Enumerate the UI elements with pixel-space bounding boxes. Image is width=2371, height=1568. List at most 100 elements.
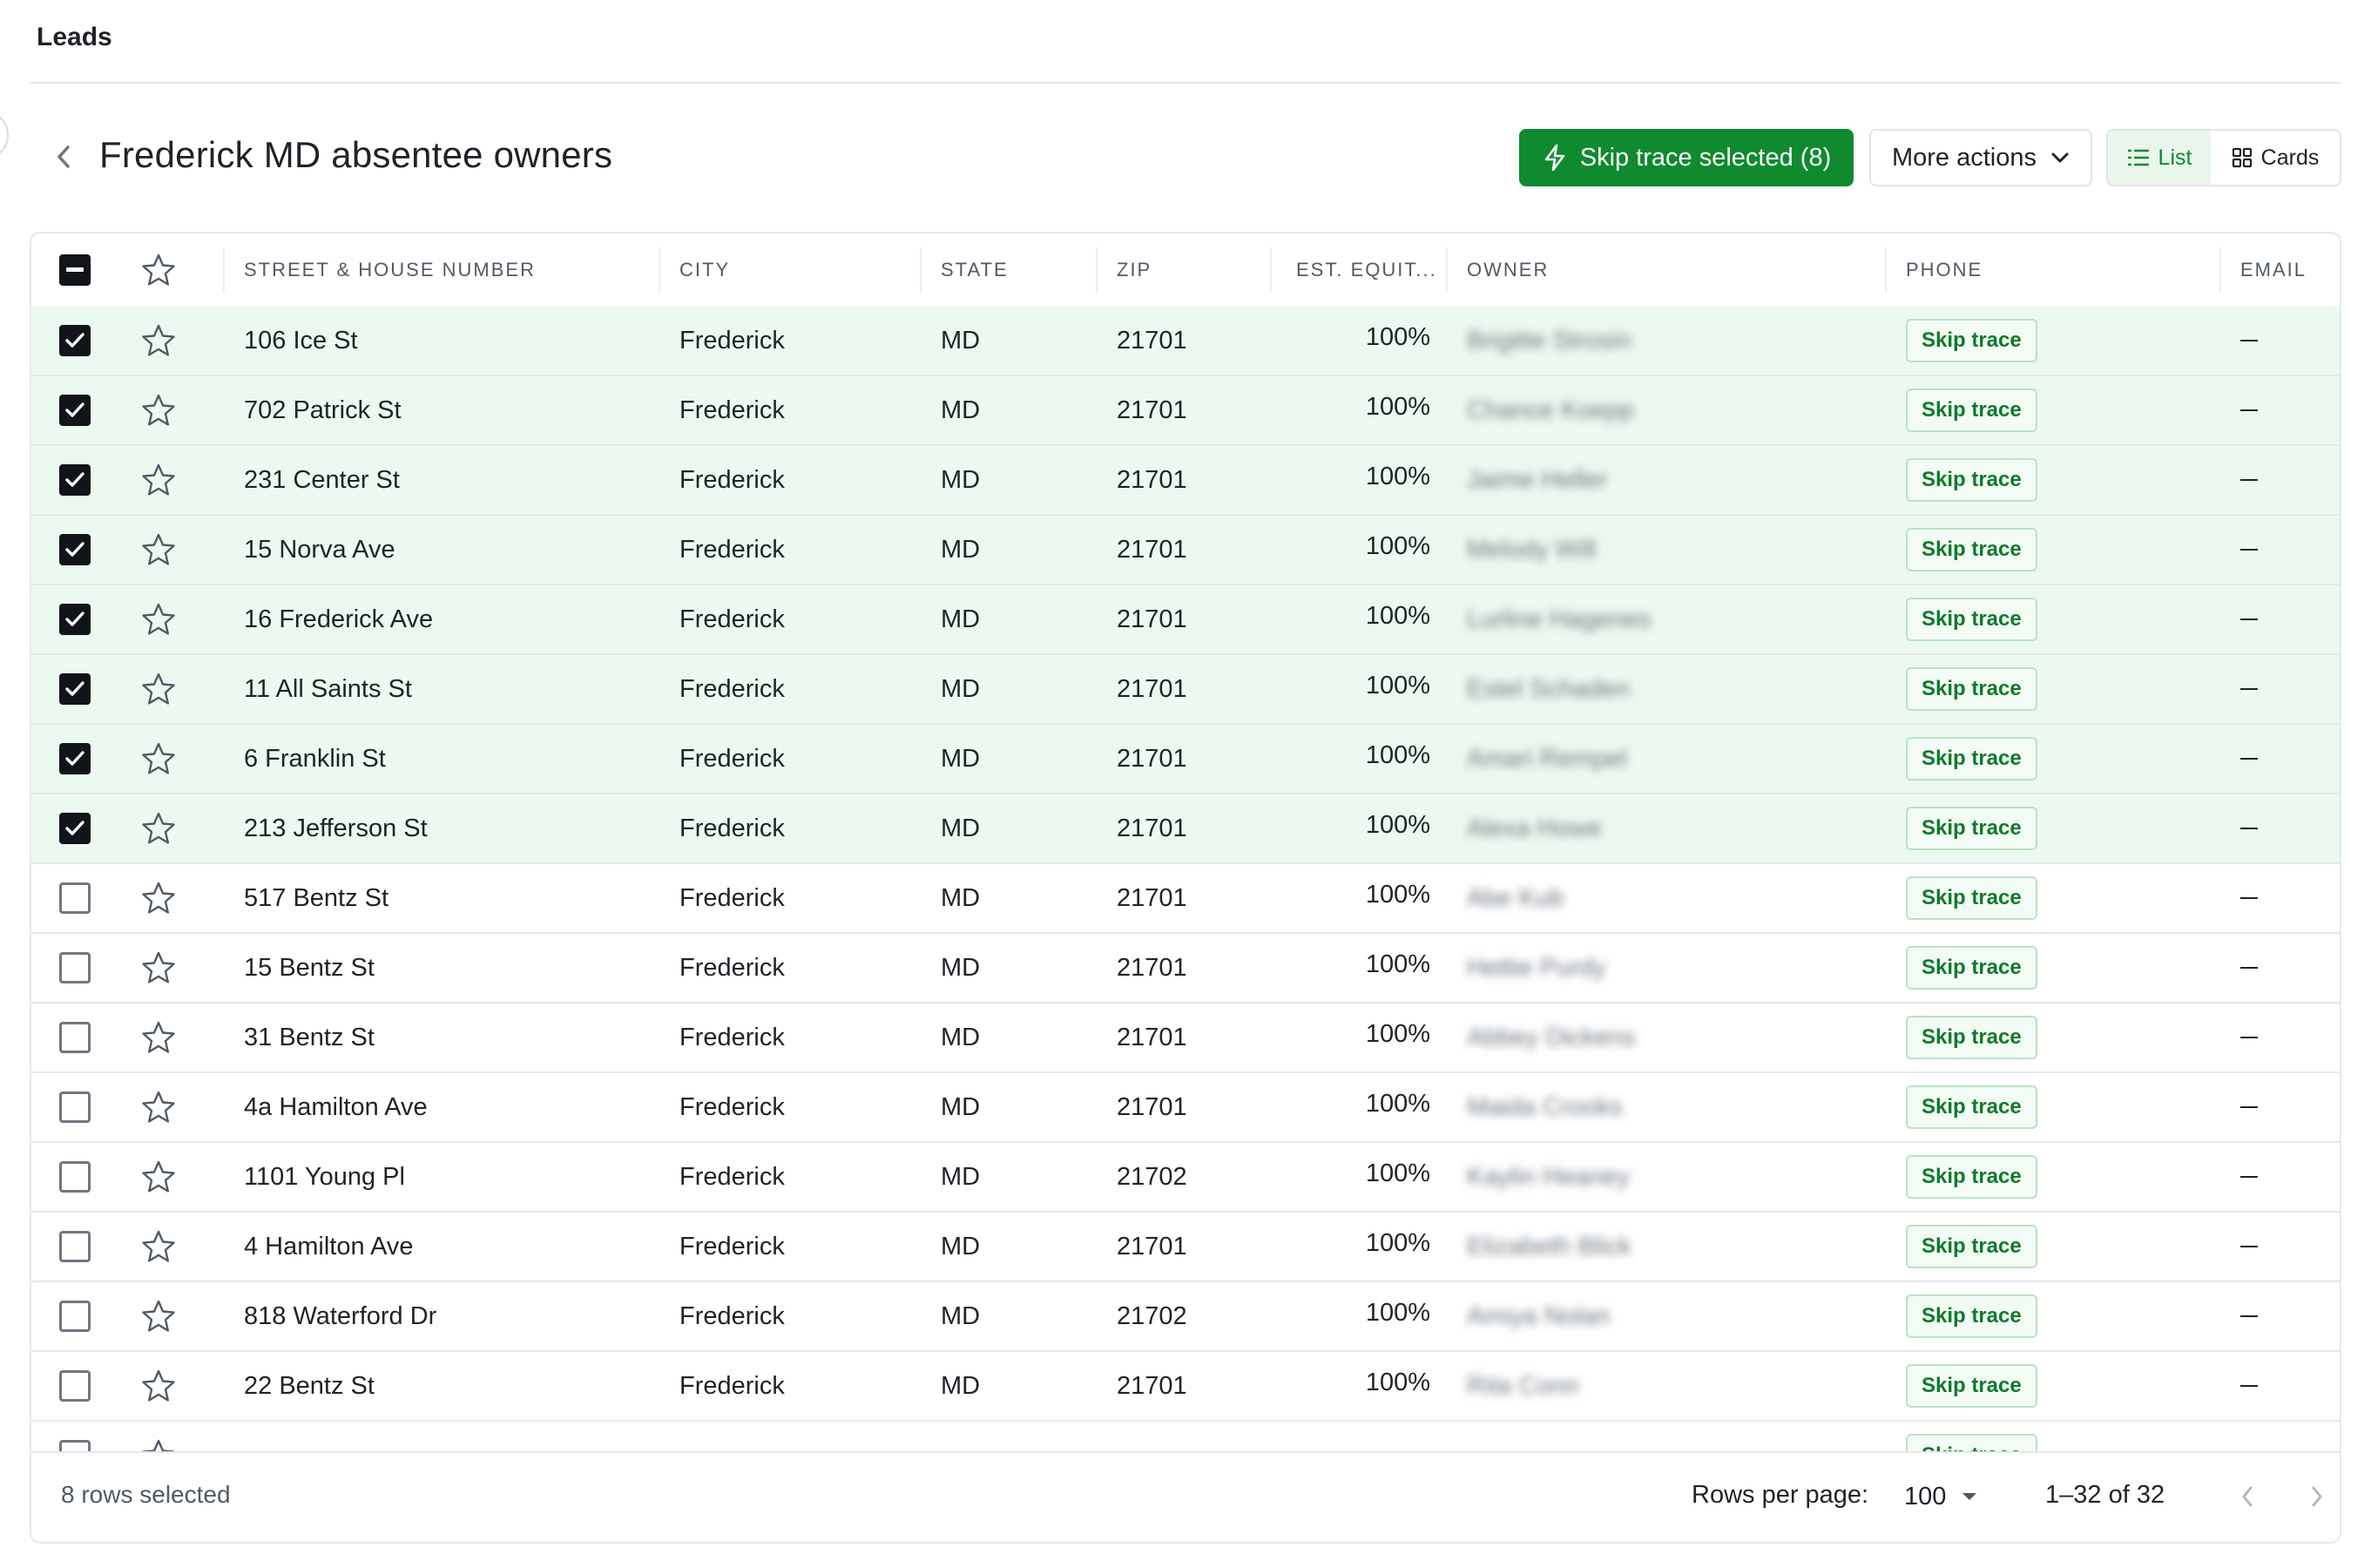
column-header-phone[interactable]: PHONE bbox=[1906, 233, 1983, 307]
row-checkbox[interactable] bbox=[59, 813, 91, 844]
skip-trace-button[interactable]: Skip trace bbox=[1906, 458, 2037, 502]
row-checkbox[interactable] bbox=[59, 673, 91, 705]
skip-trace-button[interactable]: Skip trace bbox=[1906, 389, 2037, 432]
row-checkbox[interactable] bbox=[59, 1161, 91, 1193]
row-checkbox[interactable] bbox=[59, 1022, 91, 1053]
state-cell: MD bbox=[941, 814, 981, 842]
star-outline-icon[interactable] bbox=[141, 463, 176, 497]
row-checkbox[interactable] bbox=[59, 1231, 91, 1262]
table-row[interactable]: 702 Patrick St Frederick MD 21701 100% Chance… bbox=[31, 376, 2340, 446]
column-divider bbox=[1270, 247, 1272, 293]
star-outline-icon[interactable] bbox=[141, 811, 176, 846]
column-header-email[interactable]: EMAIL bbox=[2240, 233, 2307, 307]
column-header-city[interactable]: CITY bbox=[679, 233, 730, 307]
skip-trace-button[interactable]: Skip trace bbox=[1906, 598, 2037, 641]
list-view-button[interactable]: List bbox=[2108, 131, 2211, 185]
skip-trace-button[interactable]: Skip trace bbox=[1906, 1294, 2037, 1338]
star-outline-icon[interactable] bbox=[141, 1090, 176, 1125]
table-row[interactable]: 16 Frederick Ave Frederick MD 21701 100% Lurl… bbox=[31, 585, 2340, 655]
skip-trace-button[interactable]: Skip trace bbox=[1906, 876, 2037, 920]
previous-page-button[interactable] bbox=[2230, 1477, 2265, 1516]
row-checkbox[interactable] bbox=[59, 604, 91, 635]
star-outline-icon[interactable] bbox=[141, 672, 176, 706]
column-divider bbox=[2219, 247, 2221, 293]
row-checkbox[interactable] bbox=[59, 395, 91, 426]
checkmark-icon bbox=[65, 681, 84, 696]
table-row[interactable]: 106 Ice St Frederick MD 21701 100% Brigitte S… bbox=[31, 307, 2340, 376]
table-row[interactable]: 818 Waterford Dr Frederick MD 21702 100% Amiy… bbox=[31, 1282, 2340, 1352]
table-row[interactable]: 22 Bentz St Frederick MD 21701 100% Rita Conn… bbox=[31, 1352, 2340, 1422]
star-outline-icon[interactable] bbox=[141, 1229, 176, 1264]
phone-cell: Skip trace bbox=[1906, 1213, 2037, 1281]
star-outline-icon[interactable] bbox=[141, 950, 176, 985]
checkmark-icon bbox=[65, 751, 84, 766]
star-outline-icon[interactable] bbox=[141, 1369, 176, 1403]
next-page-button[interactable] bbox=[2300, 1477, 2334, 1516]
star-outline-icon[interactable] bbox=[141, 532, 176, 567]
column-header-zip[interactable]: ZIP bbox=[1117, 233, 1152, 307]
column-divider bbox=[1446, 247, 1448, 293]
star-outline-icon[interactable] bbox=[141, 1020, 176, 1055]
zip-cell: 21701 bbox=[1117, 535, 1187, 564]
back-button[interactable] bbox=[51, 139, 77, 174]
skip-trace-button[interactable]: Skip trace bbox=[1906, 737, 2037, 781]
star-outline-icon[interactable] bbox=[141, 602, 176, 637]
row-checkbox[interactable] bbox=[59, 1301, 91, 1332]
email-cell bbox=[2240, 376, 2258, 444]
table-row[interactable]: 6 Franklin St Frederick MD 21701 100% Amari R… bbox=[31, 725, 2340, 794]
row-checkbox[interactable] bbox=[59, 1370, 91, 1402]
row-checkbox[interactable] bbox=[59, 1092, 91, 1123]
skip-trace-button[interactable]: Skip trace bbox=[1906, 1225, 2037, 1268]
table-row[interactable]: 213 Jefferson St Frederick MD 21701 100% Alex… bbox=[31, 794, 2340, 864]
street-cell: 11 All Saints St bbox=[244, 674, 412, 703]
row-checkbox[interactable] bbox=[59, 464, 91, 496]
star-outline-icon[interactable] bbox=[141, 881, 176, 916]
column-header-street[interactable]: STREET & HOUSE NUMBER bbox=[244, 233, 536, 307]
more-actions-button[interactable]: More actions bbox=[1869, 129, 2092, 186]
skip-trace-button[interactable]: Skip trace bbox=[1906, 946, 2037, 990]
table-row[interactable]: 1101 Young Pl Frederick MD 21702 100% Kaylin … bbox=[31, 1143, 2340, 1213]
rows-per-page-select[interactable]: 100 bbox=[1904, 1472, 1977, 1521]
row-checkbox[interactable] bbox=[59, 952, 91, 983]
pagination-range: 1–32 of 32 bbox=[2045, 1481, 2165, 1509]
star-outline-icon[interactable] bbox=[141, 253, 176, 287]
table-row[interactable]: 4a Hamilton Ave Frederick MD 21701 100% Maida… bbox=[31, 1073, 2340, 1143]
row-checkbox[interactable] bbox=[59, 325, 91, 356]
skip-trace-button[interactable]: Skip trace bbox=[1906, 1016, 2037, 1059]
skip-trace-button[interactable]: Skip trace bbox=[1906, 319, 2037, 362]
skip-trace-button[interactable]: Skip trace bbox=[1906, 807, 2037, 850]
column-header-est-equity[interactable]: EST. EQUIT... bbox=[1296, 233, 1437, 307]
skip-trace-selected-button[interactable]: Skip trace selected (8) bbox=[1519, 129, 1854, 186]
column-header-state[interactable]: STATE bbox=[941, 233, 1009, 307]
table-row[interactable]: 11 All Saints St Frederick MD 21701 100% Este… bbox=[31, 655, 2340, 725]
column-divider bbox=[1096, 247, 1098, 293]
table-row[interactable]: 4 Hamilton Ave Frederick MD 21701 100% Elizab… bbox=[31, 1213, 2340, 1282]
skip-trace-button[interactable]: Skip trace bbox=[1906, 528, 2037, 571]
sidebar-collapse-handle[interactable] bbox=[0, 112, 9, 159]
star-outline-icon[interactable] bbox=[141, 393, 176, 428]
skip-trace-button[interactable]: Skip trace bbox=[1906, 1155, 2037, 1199]
row-select-cell bbox=[59, 1213, 91, 1281]
state-cell: MD bbox=[941, 744, 981, 773]
table-row[interactable]: 517 Bentz St Frederick MD 21701 100% Abe Kub S… bbox=[31, 864, 2340, 934]
street-cell: 1101 Young Pl bbox=[244, 1162, 405, 1191]
table-row[interactable]: 15 Norva Ave Frederick MD 21701 100% Melody W… bbox=[31, 516, 2340, 585]
email-cell bbox=[2240, 655, 2258, 723]
table-row[interactable]: 31 Bentz St Frederick MD 21701 100% Abbey Dic… bbox=[31, 1004, 2340, 1073]
table-row[interactable]: 15 Bentz St Frederick MD 21701 100% Hettie Pu… bbox=[31, 934, 2340, 1004]
column-header-owner[interactable]: OWNER bbox=[1467, 233, 1549, 307]
skip-trace-button[interactable]: Skip trace bbox=[1906, 1364, 2037, 1408]
star-outline-icon[interactable] bbox=[141, 741, 176, 776]
row-checkbox[interactable] bbox=[59, 882, 91, 914]
select-all-checkbox[interactable] bbox=[59, 254, 91, 286]
skip-trace-button[interactable]: Skip trace bbox=[1906, 667, 2037, 711]
star-outline-icon[interactable] bbox=[141, 1159, 176, 1194]
star-outline-icon[interactable] bbox=[141, 323, 176, 358]
star-outline-icon[interactable] bbox=[141, 1299, 176, 1334]
skip-trace-button[interactable]: Skip trace bbox=[1906, 1085, 2037, 1129]
row-checkbox[interactable] bbox=[59, 534, 91, 565]
table-row[interactable]: 231 Center St Frederick MD 21701 100% Jaime H… bbox=[31, 446, 2340, 516]
phone-cell: Skip trace bbox=[1906, 376, 2037, 444]
cards-view-button[interactable]: Cards bbox=[2211, 131, 2340, 185]
row-checkbox[interactable] bbox=[59, 743, 91, 774]
